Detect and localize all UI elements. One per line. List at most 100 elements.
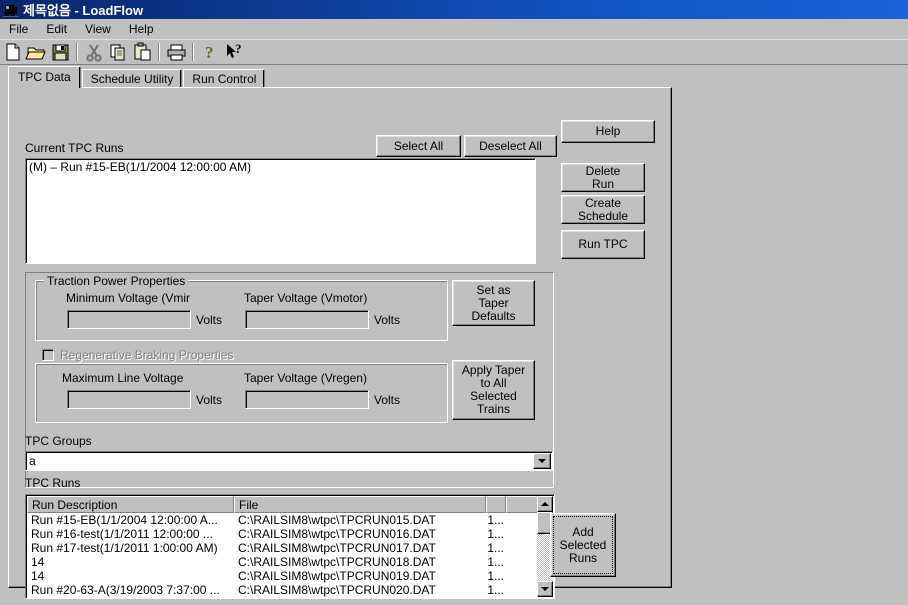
run-tpc-button-label: Run TPC — [578, 237, 628, 251]
cell-file: C:\RAILSIM8\wtpc\TPCRUN016.DAT — [238, 527, 436, 541]
menu-item-help-label: Help — [128, 22, 154, 36]
taper-voltage-vregen-input[interactable] — [245, 390, 369, 409]
delete-run-button[interactable]: Delete Run — [561, 163, 645, 192]
tpc-groups-combobox-edit[interactable] — [25, 451, 553, 471]
menu-item-view-label: View — [85, 22, 111, 36]
column-header-3[interactable] — [486, 496, 506, 513]
deselect-all-button[interactable]: Deselect All — [464, 135, 557, 157]
save-icon[interactable] — [49, 41, 72, 63]
tab-tpc-data-label: TPC Data — [18, 70, 71, 84]
about-icon[interactable]: ? — [199, 41, 222, 63]
taper-voltage-vmotor-value — [246, 311, 368, 315]
column-header-run-description[interactable]: Run Description — [27, 496, 234, 513]
tpc-groups-selected-value: a — [29, 454, 36, 468]
taper-voltage-vmotor-input[interactable] — [245, 310, 369, 329]
create-schedule-button[interactable]: Create Schedule — [561, 195, 645, 224]
open-icon[interactable] — [25, 41, 48, 63]
table-row[interactable]: 14 C:\RAILSIM8\wtpc\TPCRUN018.DAT 1... — [27, 555, 537, 569]
taper-voltage-vmotor-unit: Volts — [374, 313, 401, 327]
help-button-label: Help — [595, 124, 621, 138]
add-selected-runs-line1: Add — [572, 524, 594, 539]
scroll-up-button[interactable] — [537, 496, 553, 512]
table-row[interactable]: Run #20-63-A(3/19/2003 7:37:00 ... C:\RA… — [27, 583, 537, 597]
menu-item-view[interactable]: View — [76, 20, 120, 38]
taper-voltage-vregen-unit: Volts — [374, 393, 401, 407]
chevron-down-glyph — [538, 459, 546, 463]
cell-file: C:\RAILSIM8\wtpc\TPCRUN017.DAT — [238, 541, 436, 555]
help-button[interactable]: Help — [561, 120, 655, 143]
cell-file: C:\RAILSIM8\wtpc\TPCRUN020.DAT — [238, 583, 436, 597]
tpc-runs-header-row: Run Description File — [27, 496, 538, 513]
cell-run-description: 14 — [31, 555, 45, 569]
tpc-runs-listview[interactable]: Run Description File Run #15-EB(1/1/2004… — [25, 494, 555, 599]
set-as-taper-defaults-line1: Set as — [476, 282, 511, 297]
menu-item-edit-label: Edit — [46, 22, 68, 36]
scroll-down-button[interactable] — [537, 581, 553, 597]
taper-voltage-vregen-label: Taper Voltage (Vregen) — [244, 371, 367, 385]
taper-voltage-vregen-value — [246, 391, 368, 395]
toolbar-separator-1 — [74, 42, 80, 62]
tpc-groups-label: TPC Groups — [25, 434, 92, 448]
tab-run-control[interactable]: Run Control — [183, 69, 266, 88]
tpc-runs-body: Run #15-EB(1/1/2004 12:00:00 A... C:\RAI… — [27, 513, 537, 597]
scroll-down-icon — [541, 587, 549, 591]
column-header-file[interactable]: File — [234, 496, 486, 513]
delete-run-button-label-line2: Run — [591, 176, 614, 191]
menu-item-file[interactable]: File — [0, 20, 37, 38]
paste-icon[interactable] — [131, 41, 154, 63]
set-as-taper-defaults-button[interactable]: Set as Taper Defaults — [452, 280, 535, 326]
apply-taper-line4: Trains — [477, 402, 510, 416]
copy-icon[interactable] — [107, 41, 130, 63]
set-as-taper-defaults-line2: Taper — [478, 295, 509, 310]
minimum-voltage-value — [68, 311, 190, 315]
title-bar[interactable]: 제목없음 - LoadFlow — [0, 0, 908, 19]
cut-icon[interactable] — [83, 41, 106, 63]
current-tpc-runs-listbox[interactable]: (M) – Run #15-EB(1/1/2004 12:00:00 AM) — [25, 158, 536, 264]
add-selected-runs-button[interactable]: Add Selected Runs — [550, 513, 616, 577]
chevron-down-icon[interactable] — [533, 453, 551, 469]
svg-text:?: ? — [235, 41, 242, 56]
table-row[interactable]: Run #17-test(1/1/2011 1:00:00 AM) C:\RAI… — [27, 541, 537, 555]
maximum-line-voltage-input[interactable] — [67, 390, 191, 409]
window-title: 제목없음 - LoadFlow — [23, 3, 144, 18]
deselect-all-button-label: Deselect All — [479, 138, 542, 153]
tab-tpc-data[interactable]: TPC Data — [8, 66, 81, 88]
regenerative-braking-checkbox[interactable] — [42, 349, 54, 361]
minimum-voltage-input[interactable] — [67, 310, 191, 329]
tab-schedule-utility[interactable]: Schedule Utility — [81, 69, 183, 88]
table-row[interactable]: 14 C:\RAILSIM8\wtpc\TPCRUN019.DAT 1... — [27, 569, 537, 583]
toolbar: ? ? — [0, 39, 908, 65]
cell-run-description: 14 — [31, 569, 45, 583]
current-tpc-runs-label: Current TPC Runs — [25, 141, 124, 155]
menu-item-help[interactable]: Help — [120, 20, 163, 38]
maximum-line-voltage-value — [68, 391, 190, 395]
cell-col3: 1... — [487, 555, 504, 569]
set-as-taper-defaults-line3: Defaults — [471, 308, 516, 323]
tpc-groups-combobox[interactable]: a — [25, 451, 553, 471]
cell-col3: 1... — [487, 583, 504, 597]
print-icon[interactable] — [165, 41, 188, 63]
taper-voltage-vmotor-label: Taper Voltage (Vmotor) — [244, 291, 368, 305]
table-row[interactable]: Run #16-test(1/1/2011 12:00:00 ... C:\RA… — [27, 527, 537, 541]
cell-col3: 1... — [487, 513, 504, 527]
new-icon[interactable] — [1, 41, 24, 63]
list-item[interactable]: (M) – Run #15-EB(1/1/2004 12:00:00 AM) — [26, 159, 535, 174]
menu-bar: File Edit View Help — [0, 19, 908, 40]
delete-run-button-label-line1: Delete — [585, 163, 621, 178]
column-header-4[interactable] — [506, 496, 538, 513]
table-row[interactable]: Run #15-EB(1/1/2004 12:00:00 A... C:\RAI… — [27, 513, 537, 527]
cell-run-description: Run #20-63-A(3/19/2003 7:37:00 ... — [31, 583, 220, 597]
cell-run-description: Run #16-test(1/1/2011 12:00:00 ... — [31, 527, 213, 541]
run-tpc-button[interactable]: Run TPC — [561, 230, 645, 259]
tab-control: TPC Data Schedule Utility Run Control He… — [8, 66, 672, 599]
tab-schedule-utility-label: Schedule Utility — [90, 72, 174, 86]
apply-taper-to-all-selected-trains-button[interactable]: Apply Taper to All Selected Trains — [452, 360, 535, 420]
cell-col3: 1... — [487, 569, 504, 583]
context-help-icon[interactable]: ? — [223, 41, 246, 63]
select-all-button[interactable]: Select All — [376, 135, 461, 157]
menu-item-edit[interactable]: Edit — [37, 20, 76, 38]
cell-file: C:\RAILSIM8\wtpc\TPCRUN018.DAT — [238, 555, 436, 569]
maximum-line-voltage-unit: Volts — [196, 393, 223, 407]
maximum-line-voltage-label: Maximum Line Voltage — [62, 371, 184, 385]
menu-item-file-label: File — [9, 22, 29, 36]
